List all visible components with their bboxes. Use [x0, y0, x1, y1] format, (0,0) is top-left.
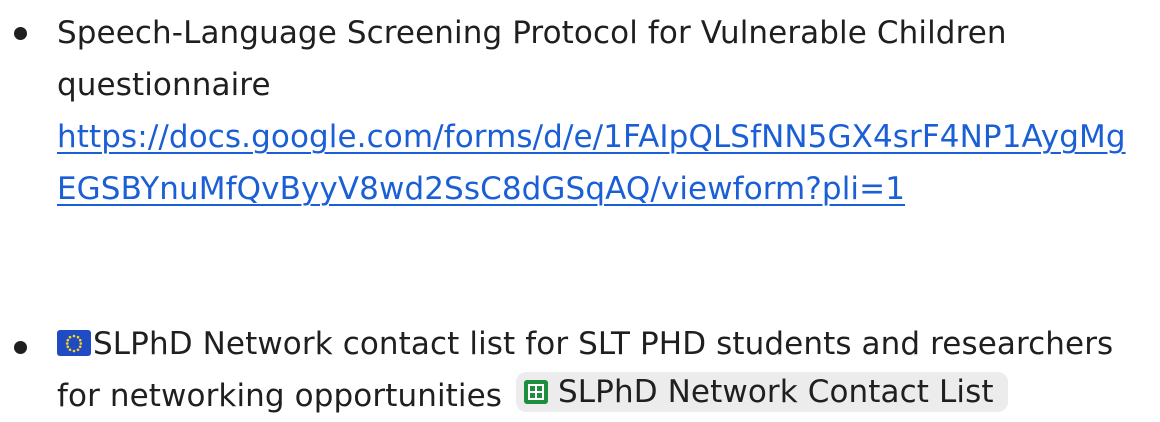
item-title-line-2: questionnaire — [57, 67, 271, 103]
item-title-line-1: Speech-Language Screening Protocol for V… — [57, 15, 1007, 51]
eu-flag-icon — [57, 330, 91, 356]
item-title-continued: for networking opportunities — [57, 378, 503, 414]
form-link-continued[interactable]: EGSBYnuMfQvByyV8wd2SsC8dGSqAQ/viewform?p… — [57, 163, 1152, 215]
item-title-text: SLPhD Network contact list for SLT PHD s… — [93, 326, 1114, 362]
google-sheets-icon — [524, 380, 549, 404]
bullet-icon — [14, 27, 27, 40]
sheet-chip-label[interactable]: SLPhD Network Contact List — [558, 372, 994, 412]
bullet-icon — [14, 341, 27, 354]
item-title-line-2: for networking opportunities SLPhD Netwo… — [57, 370, 1152, 422]
list-item-content: SLPhD Network contact list for SLT PHD s… — [57, 318, 1152, 422]
form-link[interactable]: https://docs.google.com/forms/d/e/1FAIpQ… — [57, 111, 1152, 163]
form-link-line-2[interactable]: EGSBYnuMfQvByyV8wd2SsC8dGSqAQ/viewform?p… — [57, 171, 905, 207]
list-item-content: Speech-Language Screening Protocol for V… — [57, 7, 1152, 215]
item-title-line-1: SLPhD Network contact list for SLT PHD s… — [57, 318, 1152, 370]
form-link-line-1[interactable]: https://docs.google.com/forms/d/e/1FAIpQ… — [57, 119, 1126, 155]
sheet-smart-chip[interactable]: SLPhD Network Contact List — [516, 372, 1008, 412]
